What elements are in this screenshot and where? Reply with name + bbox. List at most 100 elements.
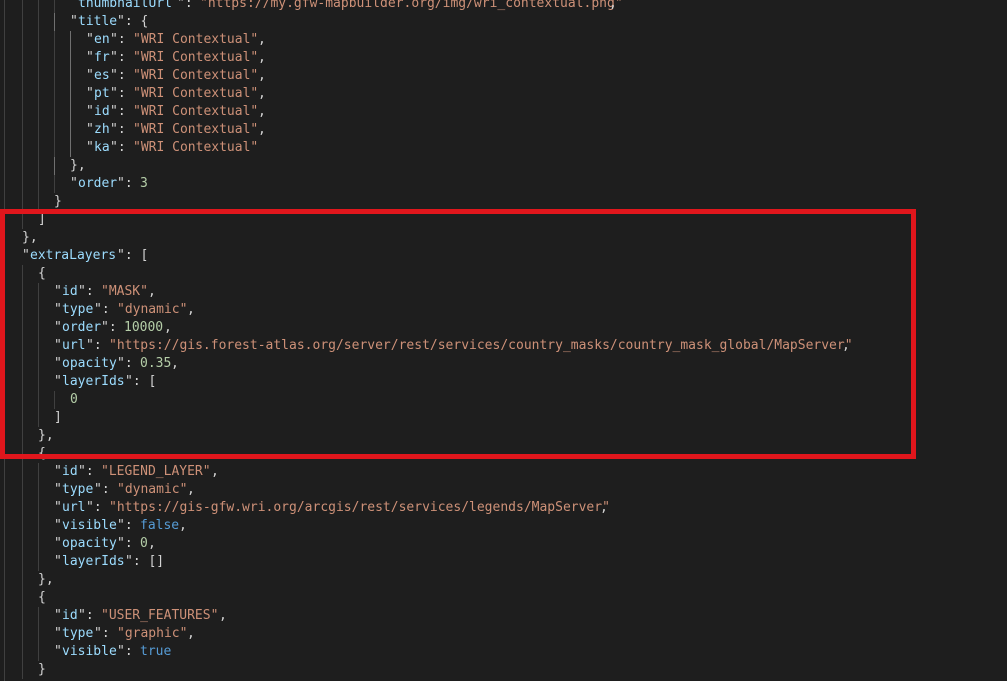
code-line[interactable]: " visible ": true	[0, 643, 1007, 661]
indent-guide	[38, 175, 39, 193]
code-line[interactable]: " type ": "graphic",	[0, 625, 1007, 643]
indent-guide	[22, 157, 23, 175]
code-line[interactable]: " es ": "WRI Contextual",	[0, 67, 1007, 85]
code-line[interactable]: " opacity ": 0,	[0, 535, 1007, 553]
code-token: fr	[94, 50, 110, 65]
code-line[interactable]: " title ": {	[0, 13, 1007, 31]
code-line[interactable]: " fr ": "WRI Contextual",	[0, 49, 1007, 67]
indent-guide	[70, 49, 71, 67]
indent-guide	[38, 121, 39, 139]
code-line[interactable]: },	[0, 157, 1007, 175]
code-token: type	[62, 482, 94, 497]
indent-guide	[54, 85, 55, 103]
code-token: es	[94, 68, 110, 83]
indent-guide	[22, 571, 23, 589]
code-line[interactable]: {	[0, 589, 1007, 607]
code-token: ":	[110, 122, 134, 137]
code-token: true	[140, 644, 172, 659]
indent-guide	[22, 499, 23, 517]
code-line[interactable]: " visible ": false,	[0, 517, 1007, 535]
indent-guide	[54, 49, 55, 67]
code-line[interactable]: " url ": "https://gis-gfw.wri.org/arcgis/r…	[0, 499, 1007, 517]
indent-guide	[54, 67, 55, 85]
code-token: ":	[78, 608, 102, 623]
indent-guide	[54, 0, 55, 13]
indent-guide	[22, 103, 23, 121]
code-token: ,	[187, 482, 195, 497]
indent-guide	[38, 49, 39, 67]
code-token: layerIds	[62, 554, 125, 569]
code-token: "	[54, 644, 62, 659]
code-token: ":	[117, 518, 141, 533]
code-token: "	[54, 464, 62, 479]
code-token: ":	[78, 464, 102, 479]
code-token: "	[86, 50, 94, 65]
code-token: type	[62, 626, 94, 641]
code-line[interactable]: thumbnailUrl ": "https://my.gfw-mapbuilde…	[0, 0, 1007, 13]
indent-guide	[22, 625, 23, 643]
code-token: id	[62, 608, 78, 623]
code-token: ,	[187, 626, 195, 641]
code-token: ":	[110, 86, 134, 101]
indent-guide	[54, 103, 55, 121]
indent-guide	[38, 553, 39, 571]
code-token: "	[70, 176, 78, 191]
code-token: ":	[117, 176, 141, 191]
code-token: "WRI Contextual"	[133, 32, 259, 47]
code-line[interactable]: " pt ": "WRI Contextual",	[0, 85, 1007, 103]
code-line[interactable]: },	[0, 571, 1007, 589]
code-token: "	[86, 86, 94, 101]
code-token: ":	[117, 644, 141, 659]
code-token: ,	[258, 86, 266, 101]
code-token: ":	[94, 626, 118, 641]
code-token: "	[54, 518, 62, 533]
indent-guide	[22, 139, 23, 157]
indent-guide	[70, 67, 71, 85]
indent-guide	[38, 0, 39, 13]
indent-guide	[54, 13, 55, 31]
code-token: ":	[110, 50, 134, 65]
code-line[interactable]: " id ": "USER_FEATURES",	[0, 607, 1007, 625]
code-token: ":	[110, 68, 134, 83]
indent-guide	[70, 103, 71, 121]
code-token: "https://gis-gfw.wri.org/arcgis/rest/ser…	[109, 500, 610, 515]
code-line[interactable]: " id ": "LEGEND_LAYER",	[0, 463, 1007, 481]
code-token: en	[94, 32, 110, 47]
indent-guide	[38, 643, 39, 661]
code-line[interactable]: }	[0, 661, 1007, 679]
code-token: ":	[110, 32, 134, 47]
indent-guide	[38, 535, 39, 553]
indent-guide	[22, 49, 23, 67]
indent-guide	[22, 661, 23, 679]
code-token: "	[70, 14, 78, 29]
indent-guide	[38, 499, 39, 517]
code-token: visible	[62, 518, 117, 533]
code-line[interactable]: " type ": "dynamic",	[0, 481, 1007, 499]
code-token: "https://my.gfw-mapbuilder.org/img/wri_c…	[200, 0, 623, 11]
code-line[interactable]: " id ": "WRI Contextual",	[0, 103, 1007, 121]
code-token: "USER_FEATURES"	[101, 608, 219, 623]
code-token: "WRI Contextual"	[133, 86, 259, 101]
code-token: },	[38, 572, 54, 587]
indent-guide	[22, 121, 23, 139]
code-token: pt	[94, 86, 110, 101]
code-line[interactable]: " order ": 3	[0, 175, 1007, 193]
code-token: "LEGEND_LAYER"	[101, 464, 211, 479]
code-line[interactable]: " en ": "WRI Contextual",	[0, 31, 1007, 49]
code-token: ":	[86, 500, 110, 515]
indent-guide	[38, 85, 39, 103]
indent-guide	[22, 517, 23, 535]
code-token: ":	[94, 482, 118, 497]
code-token: "	[86, 122, 94, 137]
indent-guide	[22, 607, 23, 625]
code-editor[interactable]: thumbnailUrl ": "https://my.gfw-mapbuilde…	[0, 0, 1007, 681]
indent-guide	[38, 481, 39, 499]
code-line[interactable]: " ka ": "WRI Contextual"	[0, 139, 1007, 157]
code-line[interactable]: " zh ": "WRI Contextual",	[0, 121, 1007, 139]
code-token: ": {	[117, 14, 149, 29]
code-line[interactable]: " layerIds ": []	[0, 553, 1007, 571]
code-token: ,	[219, 608, 227, 623]
indent-guide	[38, 31, 39, 49]
indent-guide	[54, 31, 55, 49]
indent-guide	[54, 139, 55, 157]
